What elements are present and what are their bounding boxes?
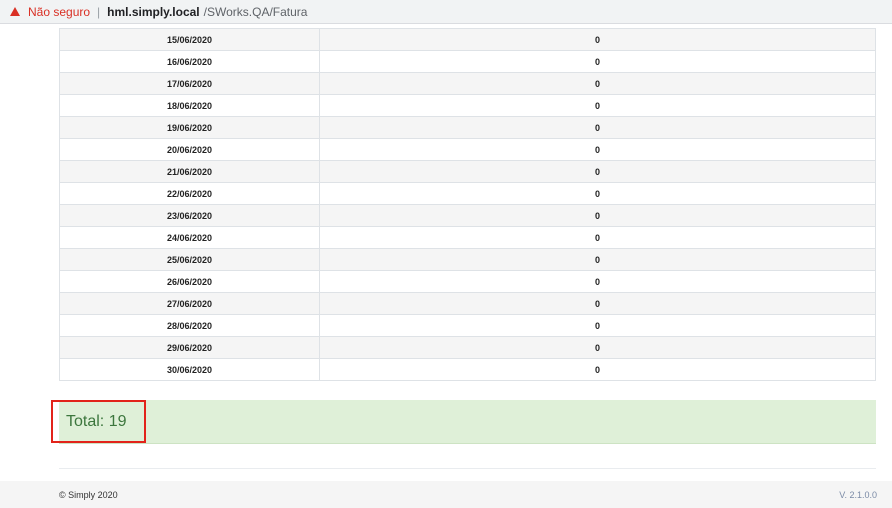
table-row: 28/06/2020 0 — [59, 314, 876, 337]
table-row: 24/06/2020 0 — [59, 226, 876, 249]
table-row: 26/06/2020 0 — [59, 270, 876, 293]
date-cell: 20/06/2020 — [59, 138, 320, 161]
url-separator: | — [97, 4, 101, 19]
value-cell: 0 — [319, 292, 876, 315]
date-cell: 21/06/2020 — [59, 160, 320, 183]
value-cell: 0 — [319, 336, 876, 359]
value-cell: 0 — [319, 116, 876, 139]
table-row: 17/06/2020 0 — [59, 72, 876, 95]
table-row: 22/06/2020 0 — [59, 182, 876, 205]
table-row: 25/06/2020 0 — [59, 248, 876, 271]
date-cell: 26/06/2020 — [59, 270, 320, 293]
address-bar[interactable]: Não seguro | hml.simply.local/SWorks.QA/… — [0, 0, 892, 24]
insecure-label[interactable]: Não seguro — [28, 5, 90, 19]
date-cell: 30/06/2020 — [59, 358, 320, 381]
date-cell: 29/06/2020 — [59, 336, 320, 359]
date-cell: 16/06/2020 — [59, 50, 320, 73]
table-row: 20/06/2020 0 — [59, 138, 876, 161]
table-body: 15/06/2020 0 16/06/2020 0 17/06/2020 0 18/06/2… — [59, 28, 876, 381]
value-cell: 0 — [319, 28, 876, 51]
date-cell: 24/06/2020 — [59, 226, 320, 249]
table-row: 16/06/2020 0 — [59, 50, 876, 73]
value-cell: 0 — [319, 94, 876, 117]
date-cell: 17/06/2020 — [59, 72, 320, 95]
value-cell: 0 — [319, 204, 876, 227]
date-cell: 28/06/2020 — [59, 314, 320, 337]
table-row: 30/06/2020 0 — [59, 358, 876, 381]
value-cell: 0 — [319, 248, 876, 271]
table-row: 27/06/2020 0 — [59, 292, 876, 315]
value-cell: 0 — [319, 160, 876, 183]
table-row: 21/06/2020 0 — [59, 160, 876, 183]
value-cell: 0 — [319, 72, 876, 95]
date-cell: 22/06/2020 — [59, 182, 320, 205]
warning-icon — [10, 7, 20, 16]
value-cell: 0 — [319, 226, 876, 249]
copyright-text: © Simply 2020 — [59, 489, 118, 500]
date-cell: 15/06/2020 — [59, 28, 320, 51]
value-cell: 0 — [319, 50, 876, 73]
footer-divider — [59, 468, 876, 469]
table-row: 29/06/2020 0 — [59, 336, 876, 359]
value-cell: 0 — [319, 358, 876, 381]
value-cell: 0 — [319, 182, 876, 205]
url-path[interactable]: /SWorks.QA/Fatura — [204, 5, 308, 19]
data-table: 15/06/2020 0 16/06/2020 0 17/06/2020 0 18/06/2… — [59, 28, 876, 381]
date-cell: 25/06/2020 — [59, 248, 320, 271]
date-cell: 27/06/2020 — [59, 292, 320, 315]
table-row: 19/06/2020 0 — [59, 116, 876, 139]
date-cell: 18/06/2020 — [59, 94, 320, 117]
value-cell: 0 — [319, 314, 876, 337]
total-bar — [59, 400, 876, 444]
value-cell: 0 — [319, 138, 876, 161]
date-cell: 23/06/2020 — [59, 204, 320, 227]
value-cell: 0 — [319, 270, 876, 293]
table-row: 18/06/2020 0 — [59, 94, 876, 117]
page-footer: © Simply 2020 V. 2.1.0.0 — [0, 481, 892, 508]
version-text: V. 2.1.0.0 — [839, 489, 877, 500]
table-row: 15/06/2020 0 — [59, 28, 876, 51]
date-cell: 19/06/2020 — [59, 116, 320, 139]
total-label: Total: 19 — [51, 400, 146, 443]
table-row: 23/06/2020 0 — [59, 204, 876, 227]
url-host[interactable]: hml.simply.local — [107, 5, 199, 19]
